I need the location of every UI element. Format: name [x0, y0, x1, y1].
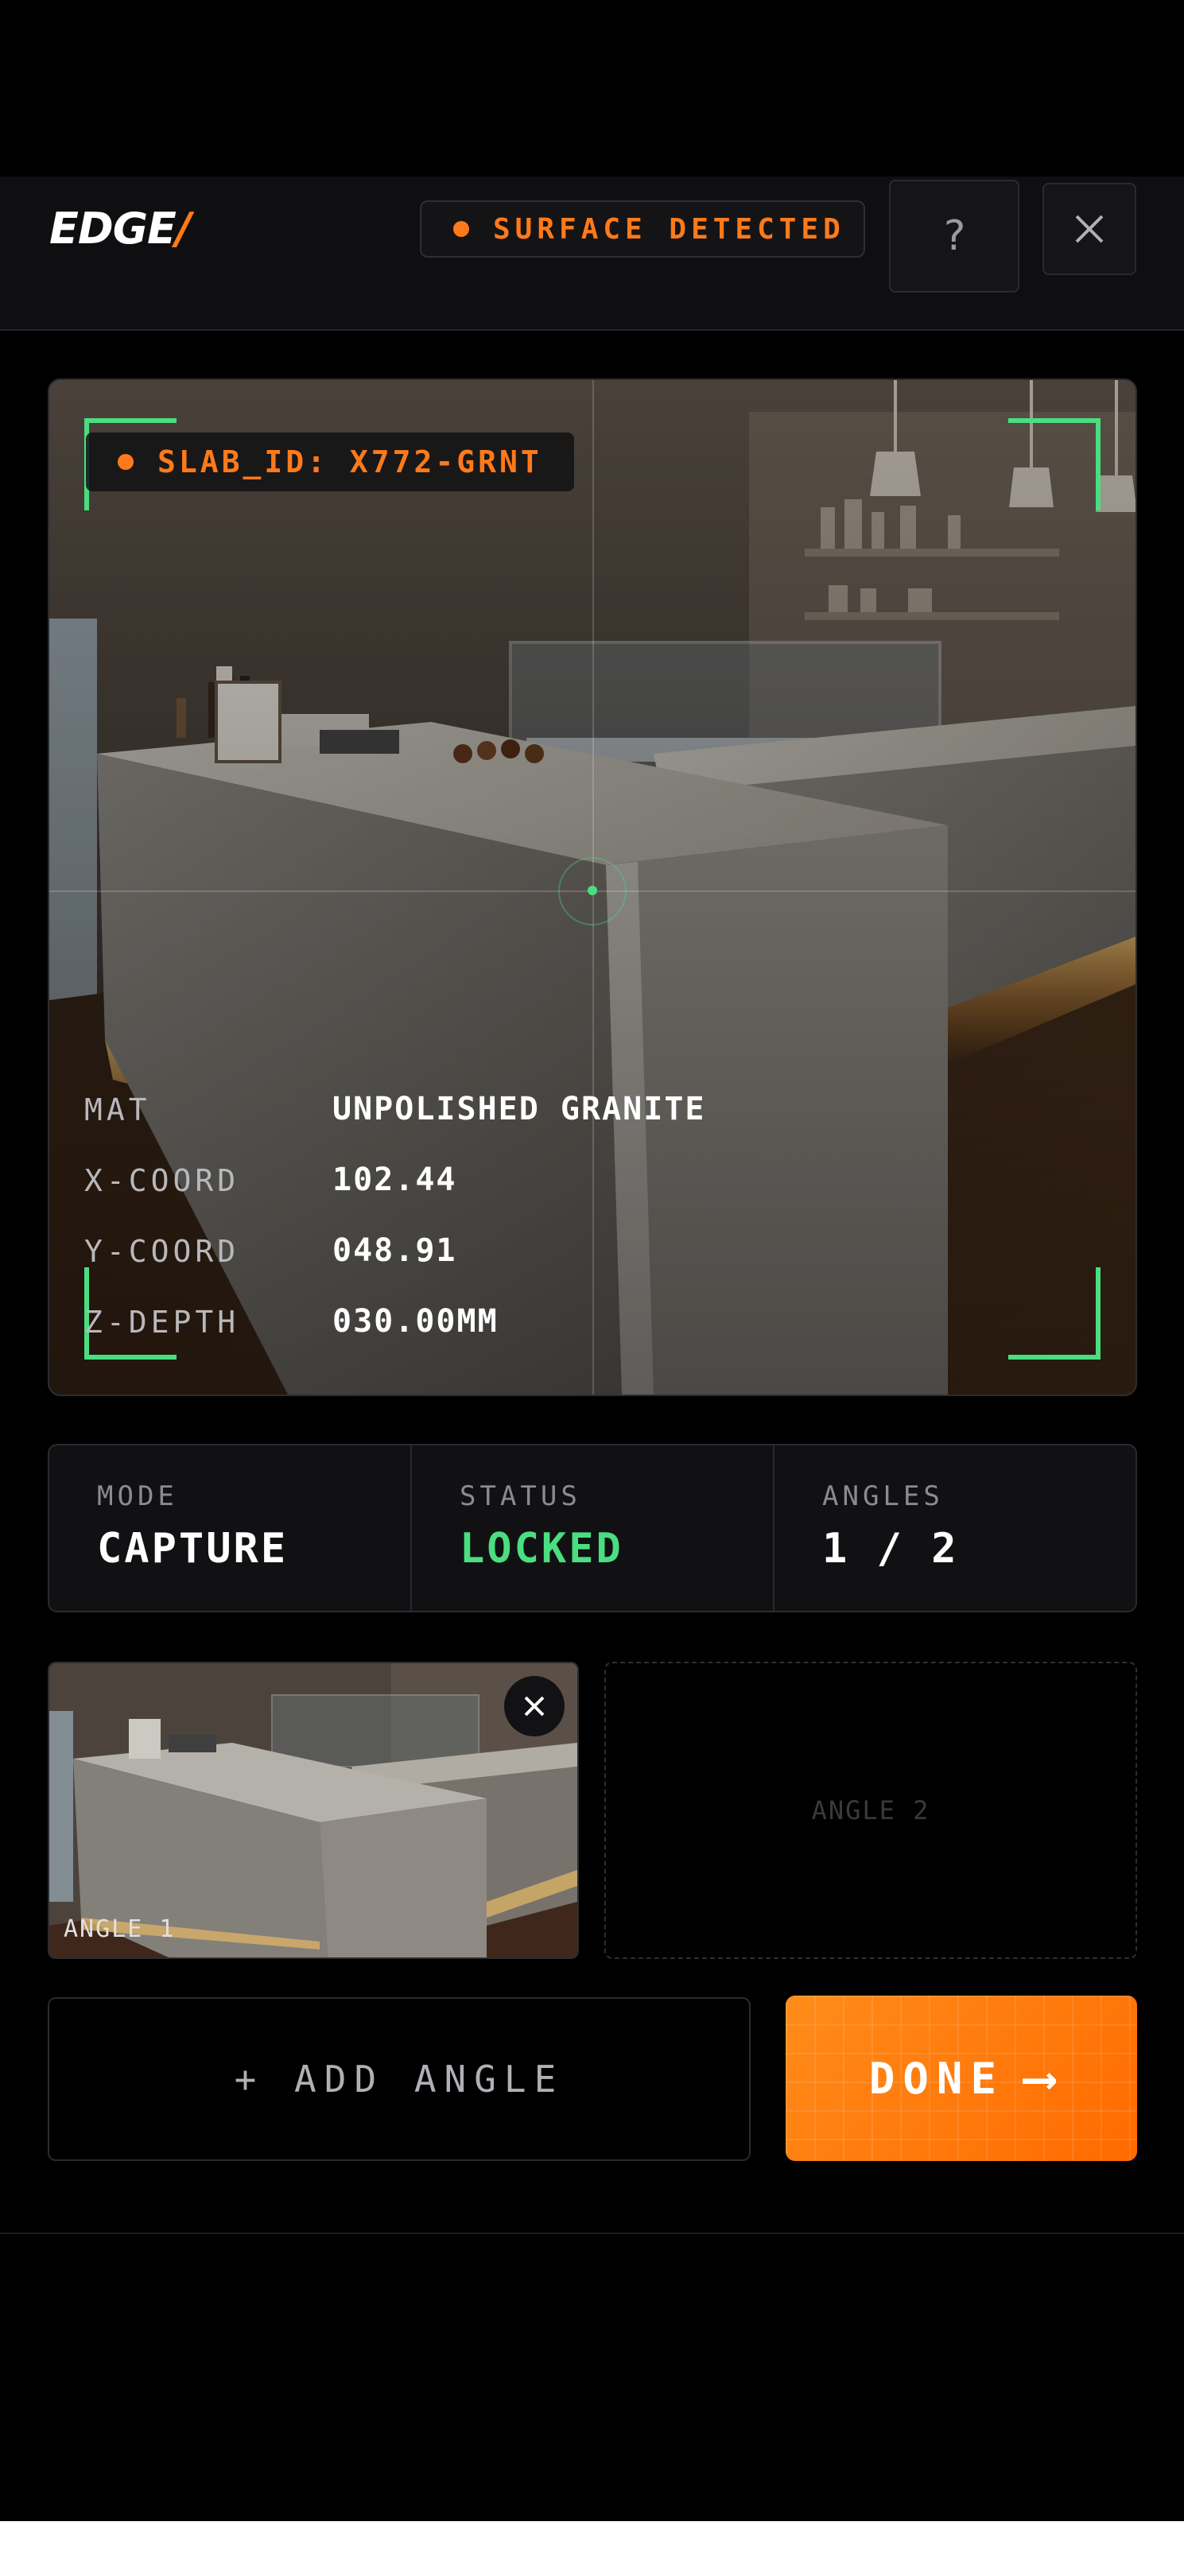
frame-corner-top-right	[1008, 418, 1101, 510]
angle-1-image	[49, 1663, 577, 1957]
stat-angles: ANGLES 1 / 2	[774, 1445, 1135, 1611]
readout-key-mat: MAT	[84, 1092, 151, 1127]
camera-viewfinder[interactable]: SLAB_ID: X772-GRNT MAT UNPOLISHED GRANIT…	[48, 378, 1137, 1396]
surface-status-text: SURFACE DETECTED	[493, 212, 845, 246]
done-label: DONE	[868, 2053, 1004, 2104]
slab-id-text: SLAB_ID: X772-GRNT	[157, 444, 542, 479]
angle-2-label: ANGLE 2	[811, 1795, 930, 1825]
surface-status-badge: SURFACE DETECTED	[420, 200, 865, 258]
capture-stats-panel: MODE CAPTURE STATUS LOCKED ANGLES 1 / 2	[48, 1444, 1137, 1612]
done-button[interactable]: DONE ⟶	[786, 1996, 1137, 2161]
angle-1-thumbnail[interactable]: ANGLE 1	[48, 1662, 579, 1959]
stat-status: STATUS LOCKED	[412, 1445, 774, 1611]
remove-angle-1-button[interactable]	[504, 1676, 565, 1736]
help-icon: ?	[941, 212, 967, 260]
slab-dot-icon	[118, 454, 134, 470]
readout-value-mat: UNPOLISHED GRANITE	[332, 1091, 706, 1127]
close-icon	[1075, 215, 1104, 243]
stat-mode-value: CAPTURE	[97, 1525, 289, 1573]
readout-key-y: Y-COORD	[84, 1234, 240, 1269]
divider	[0, 2233, 1184, 2234]
readout-key-x: X-COORD	[84, 1163, 240, 1198]
capture-screen: EDGE/ SURFACE DETECTED ? SLAB_ID: X772-G…	[0, 0, 1184, 2521]
angle-2-placeholder[interactable]: ANGLE 2	[604, 1662, 1137, 1959]
close-icon	[524, 1696, 545, 1717]
readout-value-z: 030.00MM	[332, 1303, 499, 1340]
readout-value-y: 048.91	[332, 1232, 457, 1269]
help-button[interactable]: ?	[889, 180, 1019, 293]
focus-point	[588, 886, 597, 895]
readout-key-z: Z-DEPTH	[84, 1305, 240, 1340]
arrow-right-icon: ⟶	[1024, 2050, 1054, 2106]
slab-id-tag: SLAB_ID: X772-GRNT	[86, 433, 574, 491]
readout-value-x: 102.44	[332, 1162, 457, 1198]
stat-angles-value: 1 / 2	[822, 1525, 959, 1573]
angle-1-label: ANGLE 1	[64, 1915, 176, 1943]
edge-logo: EDGE/	[49, 204, 192, 254]
stat-angles-label: ANGLES	[822, 1480, 944, 1512]
stat-mode-label: MODE	[97, 1480, 178, 1512]
close-button[interactable]	[1042, 183, 1136, 275]
stat-status-label: STATUS	[460, 1480, 581, 1512]
frame-corner-bottom-right	[1008, 1267, 1101, 1360]
stat-mode: MODE CAPTURE	[49, 1445, 412, 1611]
stat-status-value: LOCKED	[460, 1525, 623, 1573]
add-angle-label: + ADD ANGLE	[234, 2058, 565, 2101]
status-dot-icon	[453, 221, 469, 237]
add-angle-button[interactable]: + ADD ANGLE	[48, 1997, 751, 2161]
